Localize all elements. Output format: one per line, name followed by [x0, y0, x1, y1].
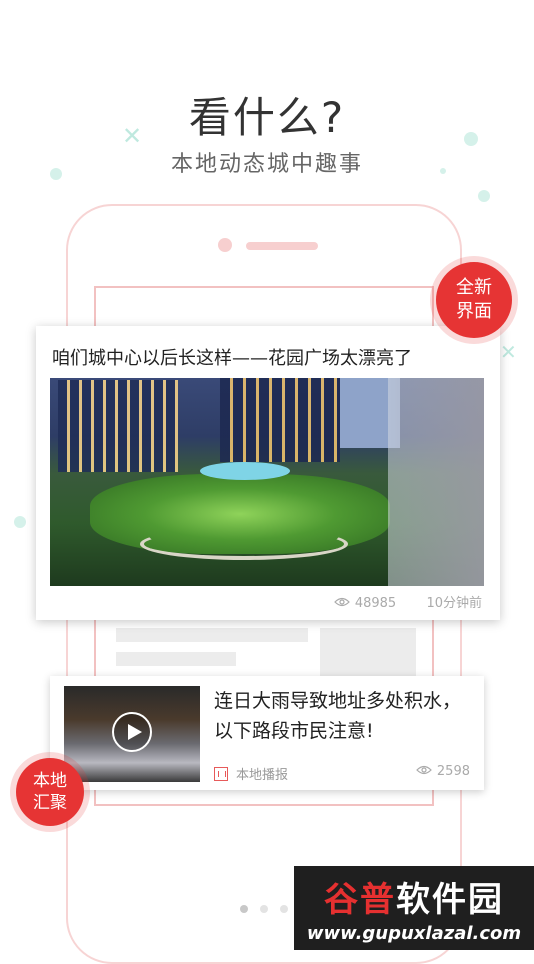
- badge-text: 本地: [33, 771, 67, 791]
- placeholder-bar: [116, 628, 308, 642]
- new-interface-badge: 全新 界面: [436, 262, 512, 338]
- video-article-source: 本地播报: [214, 764, 288, 783]
- watermark-url: www.gupuxlazal.com: [306, 923, 522, 944]
- video-thumbnail[interactable]: [64, 686, 200, 782]
- video-article-card[interactable]: 连日大雨导致地址多处积水，以下路段市民注意! 本地播报 2598: [50, 676, 484, 790]
- image-pool: [200, 462, 290, 480]
- phone-speaker: [246, 242, 318, 250]
- page-dot[interactable]: [240, 905, 248, 913]
- featured-article-card[interactable]: 咱们城中心以后长这样——花园广场太漂亮了 48985 10分钟前: [36, 326, 500, 620]
- featured-article-title[interactable]: 咱们城中心以后长这样——花园广场太漂亮了: [52, 344, 492, 370]
- watermark-logo: 谷普软件园: [294, 872, 534, 921]
- featured-article-image[interactable]: [50, 378, 484, 586]
- page-indicator: [240, 905, 288, 913]
- featured-article-meta: 48985 10分钟前: [333, 592, 482, 611]
- hero-title: 看什么?: [188, 93, 346, 142]
- decor-dot: [478, 190, 490, 202]
- page-dot[interactable]: [280, 905, 288, 913]
- eye-icon: [416, 764, 432, 779]
- phone-camera: [218, 238, 232, 252]
- video-article-title[interactable]: 连日大雨导致地址多处积水，以下路段市民注意!: [214, 686, 476, 746]
- video-views-count: 2598: [436, 764, 470, 779]
- eye-icon: [333, 596, 350, 611]
- watermark-logo-part2: 软件园: [396, 880, 504, 920]
- image-building: [220, 378, 340, 462]
- source-label: 本地播报: [236, 768, 289, 783]
- decor-cross-icon: ✕: [500, 340, 517, 364]
- badge-text: 汇聚: [33, 793, 67, 813]
- image-curtain: [388, 378, 484, 586]
- watermark-logo-part1: 谷普: [324, 880, 396, 920]
- site-watermark: 谷普软件园 www.gupuxlazal.com: [294, 866, 534, 950]
- featured-article-views: 48985: [354, 596, 397, 611]
- hero-subtitle: 本地动态城中趣事: [170, 152, 363, 177]
- placeholder-bar: [116, 652, 236, 666]
- featured-article-time: 10分钟前: [426, 596, 482, 611]
- page-dot[interactable]: [260, 905, 268, 913]
- video-article-views: 2598: [416, 764, 470, 779]
- image-building: [58, 380, 178, 472]
- badge-text: 全新: [456, 277, 492, 298]
- badge-text: 界面: [456, 301, 492, 322]
- source-icon: [214, 767, 228, 781]
- local-aggregate-badge: 本地 汇聚: [16, 758, 84, 826]
- decor-dot: [14, 516, 26, 528]
- image-path: [140, 528, 348, 560]
- play-icon[interactable]: [112, 712, 152, 752]
